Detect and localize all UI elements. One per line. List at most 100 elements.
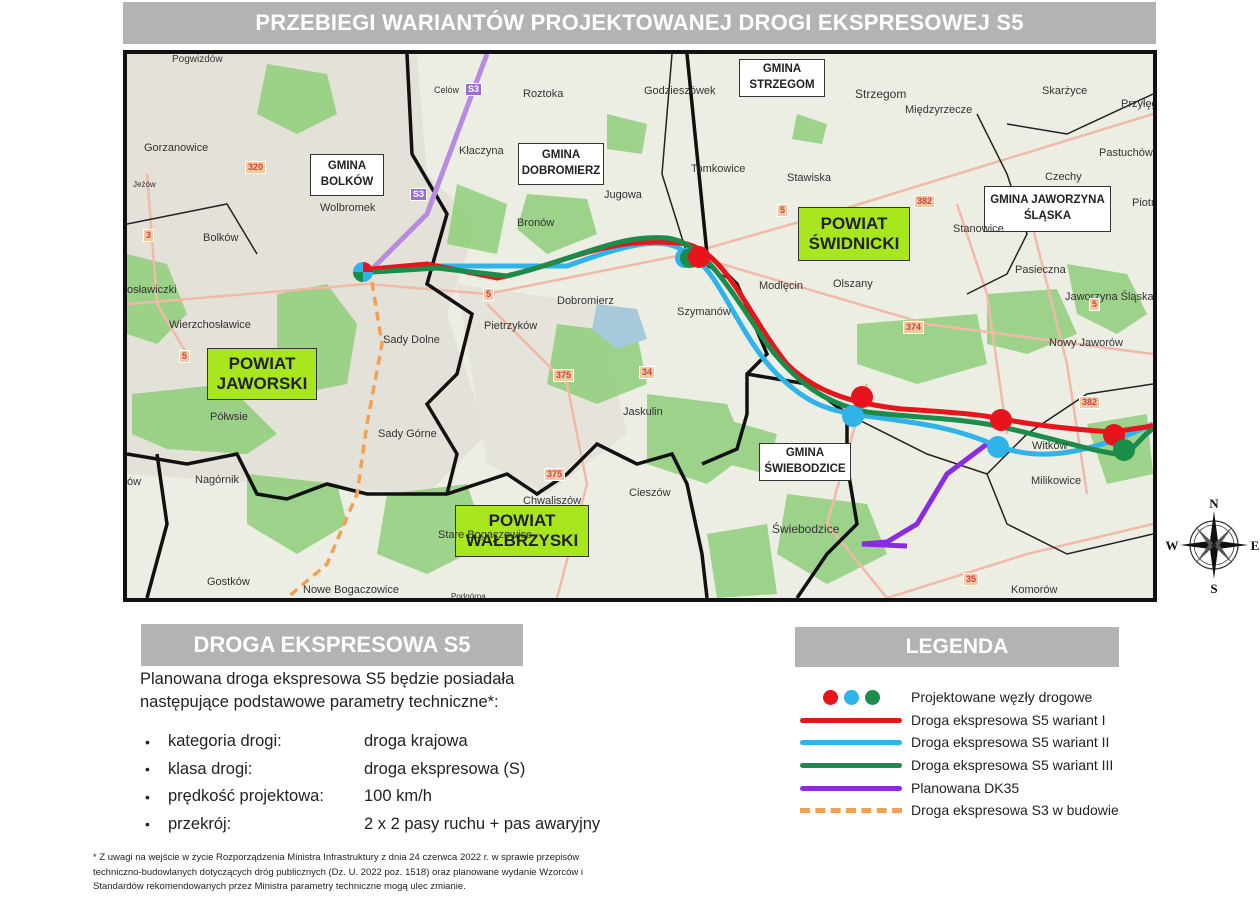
place-name: Roztoka: [523, 88, 564, 100]
place-name: Bronów: [517, 217, 555, 229]
gmina-label-line: GMINA: [762, 63, 802, 76]
place-name: Tomkowice: [691, 163, 746, 175]
parameter-list: • kategoria drogi: droga krajowa • klasa…: [145, 728, 625, 838]
place-name: Chwaliszów: [523, 495, 582, 507]
gmina-label-strzegom: GMINA STRZEGOM: [739, 59, 825, 97]
green-line-icon: [798, 755, 911, 775]
road-number-sign: 5: [179, 350, 191, 363]
legend-label: Planowana DK35: [911, 779, 1020, 796]
place-name: Komorów: [1011, 584, 1058, 596]
place-name: Stare Bogaczowice: [438, 529, 533, 541]
place-name: Milikowice: [1031, 475, 1082, 487]
road-number-sign: 382: [1079, 396, 1101, 409]
junction-dot: [987, 436, 1009, 458]
powiat-label-line: POWIAT: [820, 213, 888, 233]
parameter-label: prędkość projektowa:: [168, 787, 324, 806]
parameter-value: droga krajowa: [364, 732, 468, 751]
place-name: Pogwizdów: [172, 54, 223, 65]
place-name: Szymanów: [677, 306, 731, 318]
place-name: Jaskulin: [623, 406, 663, 418]
road-number-sign: 375: [544, 468, 566, 481]
place-name: Dobromierz: [557, 295, 614, 307]
place-name: Pastuchów: [1099, 147, 1153, 159]
bullet: •: [145, 761, 150, 778]
place-name: Jugowa: [604, 189, 642, 201]
road-number-sign: S3: [410, 188, 428, 201]
legend-item: Droga ekspresowa S5 wariant I: [798, 709, 1158, 732]
junction-dot: [990, 409, 1012, 431]
junction-dots-icon: [798, 687, 911, 707]
place-name: Cieszów: [629, 487, 671, 499]
place-name: Kłaczyna: [459, 145, 504, 157]
junction-dot: [851, 386, 873, 408]
place-name: Sady Dolne: [383, 334, 440, 346]
powiat-label-line: POWIAT: [488, 510, 556, 530]
place-name: Międzyrzecze: [905, 104, 973, 116]
place-name: Strzegom: [855, 87, 907, 101]
blue-line-icon: [798, 732, 911, 752]
legend-item: Droga ekspresowa S5 wariant III: [798, 754, 1158, 777]
gmina-label-line: GMINA: [541, 149, 581, 162]
place-name: Pasieczna: [1015, 264, 1066, 276]
gmina-label-line: STRZEGOM: [749, 79, 815, 91]
compass-rose: N S W E: [1165, 495, 1260, 596]
purple-line-icon: [798, 778, 911, 798]
gmina-label-line: GMINA: [327, 160, 367, 173]
place-name: Wolbromek: [320, 202, 376, 214]
place-name: Sady Górne: [378, 428, 437, 440]
legend-item: Droga ekspresowa S5 wariant II: [798, 731, 1158, 754]
compass-east: E: [1251, 538, 1260, 553]
place-name: Olszany: [833, 278, 873, 290]
place-name: Półwsie: [210, 411, 248, 423]
map-panel[interactable]: GMINA BOLKÓW GMINA DOBROMIERZ GMINA STRZEGO…: [123, 50, 1157, 602]
road-number-sign: 5: [483, 288, 495, 301]
place-name: Gorzanowice: [144, 142, 209, 154]
info-description: Planowana droga ekspresowa S5 będzie pos…: [140, 670, 515, 711]
place-name: Bolków: [203, 232, 239, 244]
road-number-sign: S3: [465, 83, 483, 96]
road-number-sign: 5: [777, 204, 789, 217]
parameter-row: • klasa drogi: droga ekspresowa (S): [145, 756, 625, 784]
place-name: Nowy Jaworów: [1049, 337, 1123, 349]
place-name: Przyłęg: [1121, 98, 1157, 110]
legend-label: Droga ekspresowa S5 wariant III: [911, 757, 1114, 774]
road-number-sign: 320: [245, 161, 267, 174]
place-name: Modlęcin: [759, 280, 804, 292]
parameter-value: 100 km/h: [364, 787, 432, 806]
place-name: Nowe Bogaczowice: [303, 584, 399, 596]
place-name: Skarżyce: [1042, 85, 1088, 97]
parameter-label: przekrój:: [168, 814, 232, 833]
place-name: Świebodzice: [772, 522, 840, 536]
junction-dot: [842, 405, 864, 427]
gmina-label-line: BOLKÓW: [320, 176, 374, 188]
parameter-label: kategoria drogi:: [168, 732, 282, 751]
place-name: Pietrzyków: [484, 320, 538, 332]
gmina-label-bolkow: GMINA BOLKÓW: [310, 154, 384, 196]
gmina-label-line: DOBROMIERZ: [521, 165, 601, 177]
road-number-sign: 3: [143, 229, 155, 242]
place-name: Gostków: [207, 576, 250, 588]
parameter-label: klasa drogi:: [168, 759, 253, 778]
place-name: Jaworzyna Śląska: [1065, 291, 1154, 303]
legend-header: LEGENDA: [795, 627, 1119, 667]
place-name: Jeżów: [133, 180, 156, 189]
legend-label: Droga ekspresowa S5 wariant II: [911, 734, 1110, 751]
gmina-label-line: ŚLĄSKA: [1023, 210, 1072, 222]
road-number-sign: 374: [903, 321, 925, 334]
parameter-row: • kategoria drogi: droga krajowa: [145, 728, 625, 756]
road-number-sign: 5: [1089, 298, 1101, 311]
map-canvas: [127, 54, 1153, 598]
road-number-sign: 35: [963, 573, 980, 586]
place-name: Celów: [434, 85, 460, 95]
road-number-sign: 382: [914, 195, 936, 208]
parameter-row: • przekrój: 2 x 2 pasy ruchu + pas awary…: [145, 811, 625, 839]
powiat-label-swidnicki: POWIAT ŚWIDNICKI: [798, 207, 910, 261]
place-name: Stanowice: [953, 223, 1004, 235]
legend-item: Planowana DK35: [798, 776, 1158, 799]
place-name: Witków: [1032, 440, 1068, 452]
compass-rose-icon: N S W E: [1166, 496, 1260, 596]
parameter-value: 2 x 2 pasy ruchu + pas awaryjny: [364, 814, 601, 833]
gmina-label-dobromierz: GMINA DOBROMIERZ: [518, 143, 604, 185]
place-name: Czechy: [1045, 171, 1082, 183]
place-name: Piotr: [1132, 197, 1155, 209]
